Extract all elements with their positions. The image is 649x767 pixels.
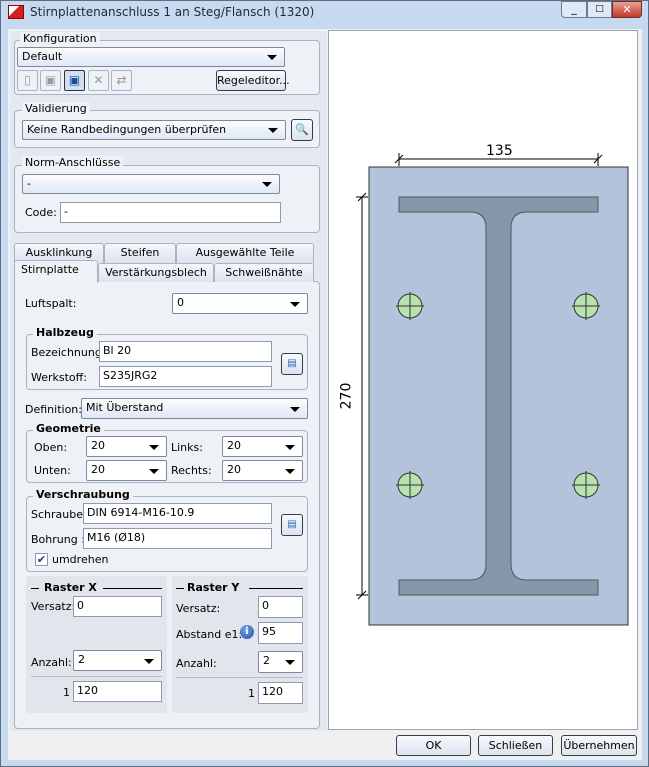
endplate-drawing: [356, 153, 629, 626]
dimension-height-label: 270: [338, 382, 355, 410]
ok-button[interactable]: OK: [396, 735, 471, 756]
close-button[interactable]: Schließen: [478, 735, 553, 756]
dimension-width-label: 135: [486, 143, 513, 159]
apply-button[interactable]: Übernehmen: [561, 735, 637, 756]
dimension-height: [356, 192, 368, 600]
tab-stirnplatte[interactable]: Stirnplatte: [14, 260, 98, 283]
